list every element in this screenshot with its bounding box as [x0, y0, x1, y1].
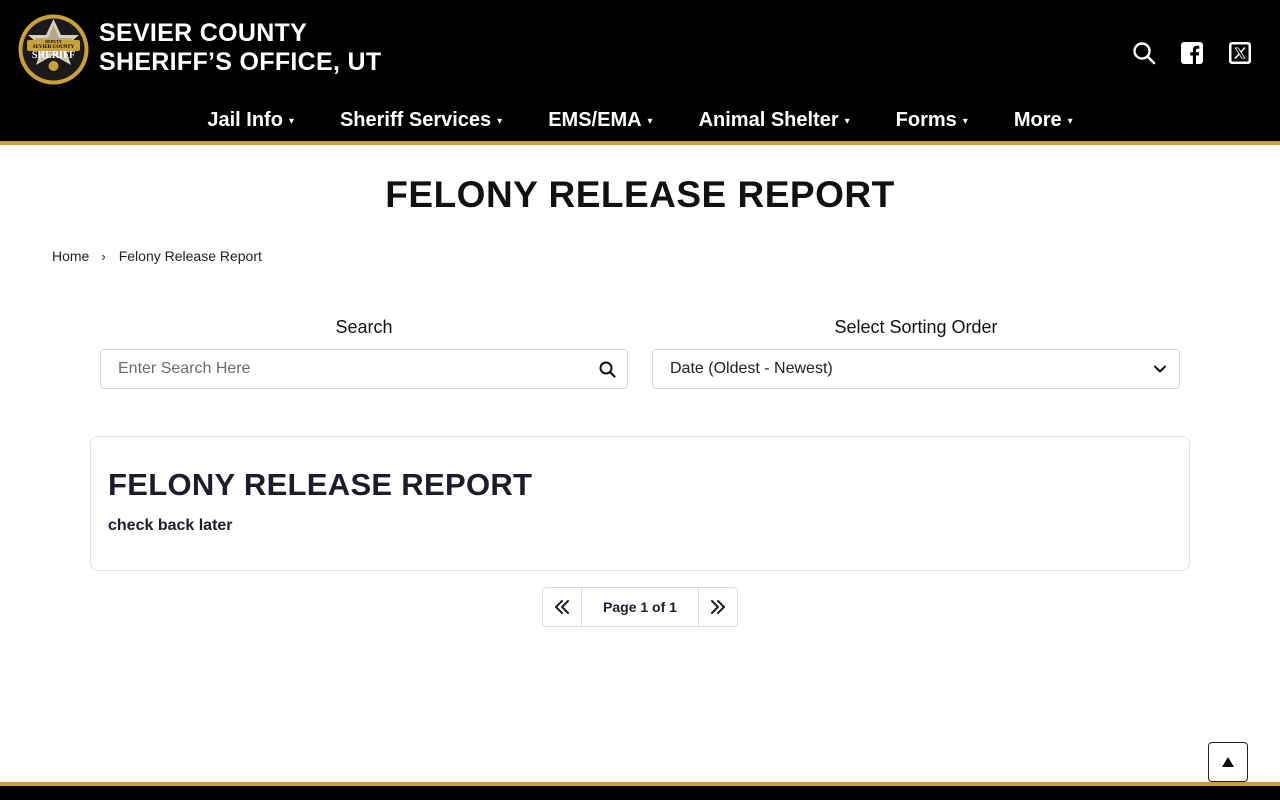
- site-footer: [0, 786, 1280, 800]
- double-chevron-left-icon: [555, 600, 569, 614]
- chevron-down-icon: [1154, 365, 1166, 373]
- facebook-icon[interactable]: [1179, 40, 1205, 66]
- site-title[interactable]: SEVIER COUNTY SHERIFF’S OFFICE, UT: [99, 19, 381, 77]
- badge-text-bottom: SHERIFF: [32, 50, 75, 61]
- caret-down-icon: ▾: [647, 115, 653, 127]
- caret-down-icon: ▾: [962, 115, 968, 127]
- nav-item-label: EMS/EMA: [548, 108, 642, 131]
- site-title-line1: SEVIER COUNTY: [99, 19, 308, 47]
- last-page-button[interactable]: [698, 587, 738, 627]
- breadcrumb-home-link[interactable]: Home: [52, 248, 89, 264]
- search-input[interactable]: [101, 350, 587, 388]
- nav-item-label: More: [1013, 108, 1062, 131]
- search-label: Search: [335, 317, 393, 337]
- report-card-title: FELONY RELEASE REPORT: [108, 467, 533, 502]
- search-icon[interactable]: [1131, 40, 1157, 66]
- nav-item-label: Sheriff Services: [339, 108, 492, 131]
- caret-down-icon: ▾: [288, 115, 294, 127]
- search-submit-button[interactable]: [587, 350, 627, 388]
- nav-item-forms[interactable]: Forms ▾: [873, 104, 991, 136]
- search-icon: [599, 361, 616, 378]
- page-title: FELONY RELEASE REPORT: [385, 174, 895, 215]
- site-header: DEPUTY SEVIER COUNTY SHERIFF SEVIER COUN…: [0, 0, 1280, 141]
- sheriff-badge-logo[interactable]: DEPUTY SEVIER COUNTY SHERIFF: [17, 13, 90, 86]
- site-title-line2: SHERIFF’S OFFICE, UT: [99, 48, 382, 76]
- nav-item-label: Jail Info: [207, 108, 283, 131]
- nav-item-sheriff-services[interactable]: Sheriff Services ▾: [317, 104, 525, 136]
- breadcrumb-current: Felony Release Report: [118, 248, 262, 264]
- report-card-text: check back later: [108, 517, 233, 534]
- triangle-up-icon: [1222, 757, 1234, 767]
- header-gold-divider: [0, 141, 1280, 145]
- x-twitter-icon[interactable]: [1227, 40, 1253, 66]
- nav-item-label: Animal Shelter: [698, 108, 839, 131]
- sort-label: Select Sorting Order: [834, 317, 998, 337]
- nav-item-jail-info[interactable]: Jail Info ▾: [184, 104, 317, 136]
- caret-down-icon: ▾: [1067, 115, 1073, 127]
- search-field: [100, 349, 628, 389]
- sort-order-select[interactable]: Date (Oldest - Newest): [652, 349, 1180, 389]
- double-chevron-right-icon: [711, 600, 725, 614]
- back-to-top-button[interactable]: [1208, 742, 1248, 782]
- nav-item-label: Forms: [895, 108, 957, 131]
- nav-item-ems-ema[interactable]: EMS/EMA ▾: [525, 104, 675, 136]
- sort-selected-value: Date (Oldest - Newest): [670, 360, 833, 377]
- nav-item-more[interactable]: More ▾: [991, 104, 1096, 136]
- nav-item-animal-shelter[interactable]: Animal Shelter ▾: [676, 104, 873, 136]
- breadcrumb: Home › Felony Release Report: [52, 248, 262, 264]
- breadcrumb-separator-icon: ›: [101, 248, 106, 264]
- first-page-button[interactable]: [542, 587, 582, 627]
- main-nav: Jail Info ▾ Sheriff Services ▾ EMS/EMA ▾ An…: [0, 104, 1280, 136]
- report-card: FELONY RELEASE REPORT check back later: [90, 436, 1190, 571]
- page-indicator: Page 1 of 1: [582, 587, 698, 627]
- caret-down-icon: ▾: [844, 115, 850, 127]
- badge-text-top: DEPUTY: [45, 39, 62, 44]
- caret-down-icon: ▾: [497, 115, 503, 127]
